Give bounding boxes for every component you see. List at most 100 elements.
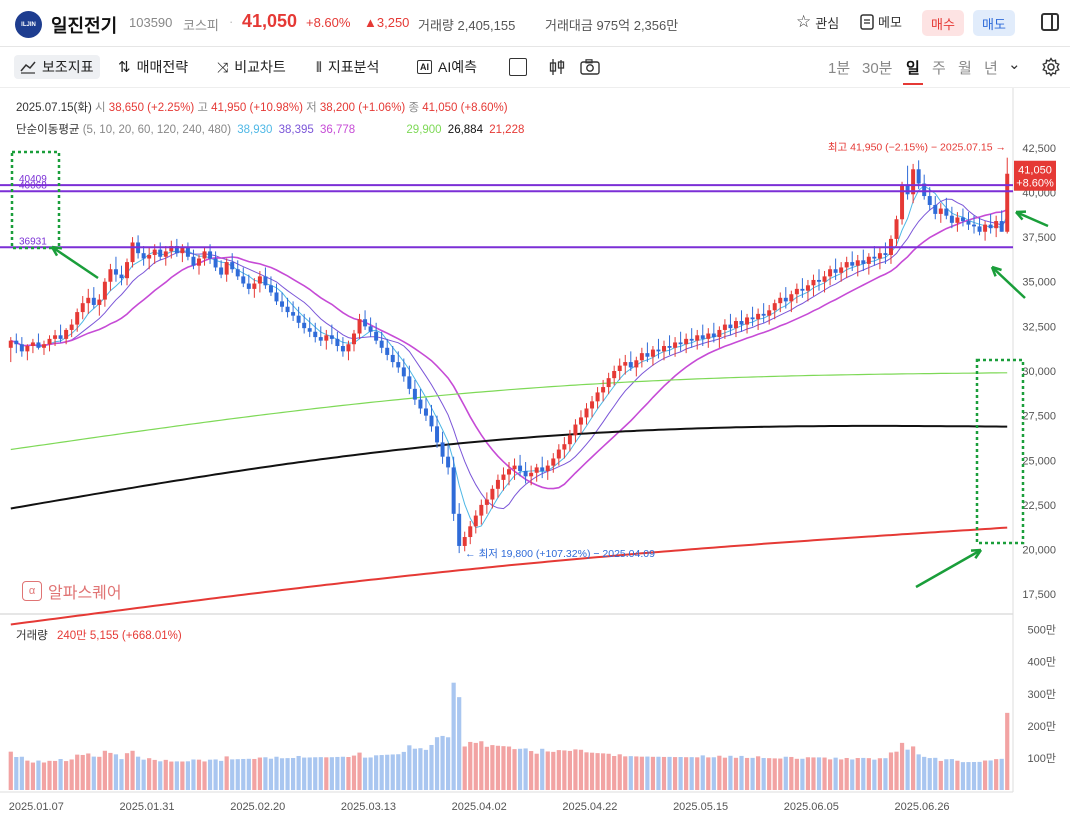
volume-bar xyxy=(994,759,999,790)
candle-body xyxy=(25,346,30,352)
candle-body xyxy=(329,335,334,339)
volume-bar xyxy=(767,758,772,790)
ai-predict-button[interactable]: AI AI예측 xyxy=(417,55,477,79)
high-label: 고 xyxy=(197,102,208,114)
volume-bar xyxy=(960,762,966,790)
screenshot-button[interactable] xyxy=(580,55,600,79)
volume-bar xyxy=(285,758,290,790)
period-30min[interactable]: 30분 xyxy=(862,57,893,78)
alphasquare-icon: α xyxy=(22,581,42,601)
volume-bar xyxy=(778,758,783,790)
candle-body xyxy=(551,458,556,466)
candle-body xyxy=(507,469,511,475)
ma-info: 단순이동평균 (5, 10, 20, 60, 120, 240, 480) 38… xyxy=(16,121,524,137)
buy-button[interactable]: 매수 xyxy=(922,10,964,36)
candle-body xyxy=(495,479,500,489)
volume-bar xyxy=(30,762,36,790)
settings-button[interactable] xyxy=(1041,55,1061,79)
period-1min[interactable]: 1분 xyxy=(828,57,850,78)
candle-body xyxy=(440,442,445,457)
change-amount: ▲3,250 xyxy=(364,15,410,30)
volume-tick-label: 100만 xyxy=(1028,752,1056,765)
x-tick-label: 2025.04.02 xyxy=(452,801,507,813)
candle-body xyxy=(828,269,833,277)
ma120-line xyxy=(10,424,1008,510)
candle-body xyxy=(567,435,572,445)
candle-body xyxy=(318,337,323,341)
volume-bar xyxy=(135,756,141,790)
volume-bar xyxy=(213,759,218,790)
volume-bar xyxy=(307,757,312,790)
volume-bar xyxy=(169,761,174,790)
period-year[interactable]: 년 xyxy=(984,57,998,78)
volume-bar xyxy=(69,759,74,790)
volume-bar xyxy=(744,757,750,790)
candle-body xyxy=(584,408,589,418)
candle-body xyxy=(662,346,666,352)
volume-bar xyxy=(329,757,334,790)
volume-bar xyxy=(540,748,545,790)
candle-body xyxy=(423,408,428,416)
compare-button[interactable]: ⤨ 비교차트 xyxy=(217,55,286,79)
price-tick-label: 30,000 xyxy=(1022,366,1056,378)
interest-button[interactable]: ☆ 관심 xyxy=(796,12,839,32)
volume-bar xyxy=(158,761,163,790)
volume-bar xyxy=(357,752,362,790)
support-line-label: 36931 xyxy=(19,236,47,247)
volume-bar xyxy=(434,737,440,790)
candle-body xyxy=(606,378,611,388)
candle-body xyxy=(141,253,146,259)
period-month[interactable]: 월 xyxy=(958,57,972,78)
candle-body xyxy=(219,267,224,275)
volume-bar xyxy=(36,760,41,790)
volume-bar xyxy=(219,760,224,790)
volume-bar xyxy=(64,761,69,790)
candle-body xyxy=(706,333,711,339)
volume-bar xyxy=(689,757,694,790)
max-annotation: 최고 41,950 (−2.15%) − 2025.07.15 → xyxy=(828,142,1006,154)
candle-body xyxy=(540,467,545,471)
candle-body xyxy=(346,344,351,352)
candle-body xyxy=(313,331,318,338)
volume-bar xyxy=(207,759,213,790)
volume-bar xyxy=(916,754,921,790)
candle-body xyxy=(861,260,866,264)
candle-body xyxy=(772,303,777,311)
candle-body xyxy=(64,329,69,339)
sell-button[interactable]: 매도 xyxy=(973,10,1015,36)
period-week[interactable]: 주 xyxy=(932,57,946,78)
candle-body xyxy=(235,269,240,277)
candle-body xyxy=(534,467,539,473)
candle-body xyxy=(927,196,932,205)
volume-bar xyxy=(396,754,401,790)
volume-bar xyxy=(362,757,368,790)
ma-label[interactable]: 단순이동평균 xyxy=(16,124,79,136)
stock-name[interactable]: 일진전기 xyxy=(51,12,117,38)
candle-body xyxy=(556,449,561,459)
volume-bar xyxy=(302,757,307,790)
price-tick-label: 20,000 xyxy=(1022,545,1056,557)
candle-body xyxy=(263,276,268,286)
candle-body xyxy=(86,297,91,304)
candles xyxy=(8,157,1010,554)
indicators-button[interactable]: 보조지표 xyxy=(14,55,100,79)
strategy-button[interactable]: ⇅ 매매전략 xyxy=(118,55,188,79)
candle-body xyxy=(19,344,24,352)
volume-bar xyxy=(573,749,578,790)
arrow-ma-line-head xyxy=(990,265,1002,277)
chevron-down-icon[interactable]: ⌄ xyxy=(1008,55,1021,73)
volume-bar xyxy=(174,761,179,790)
candle-body xyxy=(966,221,971,225)
volume-bar xyxy=(678,757,683,790)
square-tool-button[interactable] xyxy=(509,55,527,79)
analysis-button[interactable]: ⫴ 지표분석 xyxy=(316,55,379,79)
volume-bar xyxy=(512,749,517,790)
volume-bar xyxy=(855,758,860,790)
panel-toggle-icon[interactable] xyxy=(1041,13,1059,31)
candle-body xyxy=(108,269,113,282)
candle-body xyxy=(468,526,473,538)
memo-button[interactable]: 메모 xyxy=(860,12,902,31)
candle-type-button[interactable] xyxy=(548,55,566,79)
volume-bar xyxy=(141,759,146,790)
period-day[interactable]: 일 xyxy=(903,57,923,85)
